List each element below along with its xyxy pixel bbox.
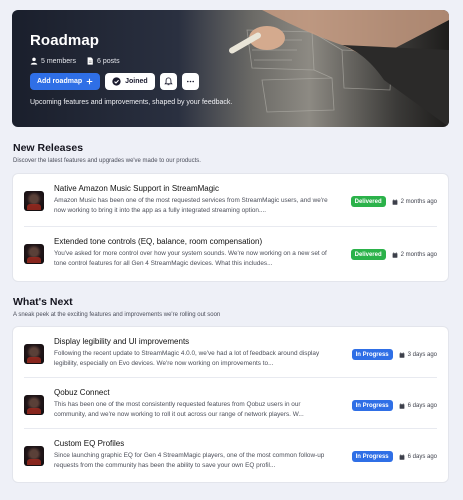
item-meta: In Progress 6 days ago (351, 400, 437, 411)
item-meta: In Progress 3 days ago (351, 349, 437, 360)
status-badge: In Progress (351, 400, 393, 411)
add-roadmap-label: Add roadmap (37, 78, 83, 85)
list-item[interactable]: Native Amazon Music Support in StreamMag… (24, 174, 437, 227)
add-roadmap-button[interactable]: Add roadmap (30, 73, 101, 90)
new-releases-header: New Releases Discover the latest feature… (13, 142, 201, 164)
item-time: 3 days ago (399, 352, 437, 358)
hero-meta: 5 members 6 posts (30, 57, 232, 65)
status-badge: In Progress (351, 349, 393, 360)
bell-plus-icon (163, 77, 173, 86)
item-time: 2 months ago (392, 199, 437, 205)
hero-description: Upcoming features and improvements, shap… (30, 99, 233, 106)
item-body: Display legibility and UI improvements F… (54, 337, 334, 369)
item-time: 6 days ago (399, 403, 437, 409)
item-description: You've asked for more control over how y… (54, 250, 327, 267)
page-title: Roadmap (30, 32, 100, 49)
section-subtitle: Discover the latest features and upgrade… (13, 158, 201, 164)
item-title[interactable]: Native Amazon Music Support in StreamMag… (54, 184, 334, 193)
calendar-icon (399, 453, 405, 460)
item-body: Native Amazon Music Support in StreamMag… (54, 184, 334, 216)
calendar-icon (392, 198, 398, 205)
posts-count: 6 posts (86, 57, 120, 65)
members-count: 5 members (30, 57, 76, 65)
notifications-button[interactable] (159, 73, 177, 90)
list-item[interactable]: Custom EQ Profiles Since launching graph… (24, 429, 437, 480)
list-item[interactable]: Extended tone controls (EQ, balance, roo… (24, 227, 437, 280)
calendar-icon (392, 251, 398, 258)
hero-actions: Add roadmap Joined (30, 73, 232, 90)
whats-next-header: What's Next A sneak peek at the exciting… (13, 296, 220, 318)
status-badge: Delivered (350, 196, 386, 207)
avatar (24, 244, 44, 264)
document-icon (87, 57, 93, 65)
more-options-button[interactable] (181, 73, 199, 90)
hero-content: Roadmap 5 members 6 posts Add roadmap Jo… (30, 32, 232, 106)
item-title[interactable]: Extended tone controls (EQ, balance, roo… (54, 237, 334, 246)
avatar (24, 446, 44, 466)
item-body: Qobuz Connect This has been one of the m… (54, 388, 334, 420)
item-body: Custom EQ Profiles Since launching graph… (54, 439, 334, 471)
time-label: 6 days ago (407, 402, 437, 409)
item-title[interactable]: Custom EQ Profiles (54, 439, 334, 448)
item-meta: Delivered 2 months ago (350, 249, 437, 260)
posts-label: 6 posts (97, 57, 120, 65)
status-badge: In Progress (351, 451, 393, 462)
item-meta: In Progress 6 days ago (351, 451, 437, 462)
time-label: 6 days ago (407, 453, 437, 460)
whats-next-list: Display legibility and UI improvements F… (13, 327, 448, 482)
check-circle-icon (112, 77, 121, 86)
page: Roadmap 5 members 6 posts Add roadmap Jo… (0, 0, 463, 500)
section-title: New Releases (13, 142, 84, 154)
more-horizontal-icon (186, 80, 194, 83)
hero-banner: Roadmap 5 members 6 posts Add roadmap Jo… (12, 10, 449, 127)
section-title: What's Next (13, 296, 73, 308)
calendar-icon (399, 351, 405, 358)
item-title[interactable]: Display legibility and UI improvements (54, 337, 334, 346)
avatar (24, 395, 44, 415)
members-label: 5 members (41, 57, 77, 65)
item-body: Extended tone controls (EQ, balance, roo… (54, 237, 334, 269)
item-description: Since launching graphic EQ for Gen 4 Str… (54, 452, 325, 469)
new-releases-list: Native Amazon Music Support in StreamMag… (13, 174, 448, 281)
joined-label: Joined (125, 78, 148, 85)
time-label: 2 months ago (400, 198, 437, 205)
item-meta: Delivered 2 months ago (350, 196, 437, 207)
joined-button[interactable]: Joined (105, 73, 155, 90)
users-icon (30, 57, 38, 65)
avatar (24, 191, 44, 211)
list-item[interactable]: Display legibility and UI improvements F… (24, 327, 437, 378)
status-badge: Delivered (350, 249, 386, 260)
item-time: 2 months ago (392, 252, 437, 258)
section-subtitle: A sneak peek at the exciting features an… (13, 312, 221, 318)
item-description: Amazon Music has been one of the most re… (54, 197, 328, 214)
avatar (24, 344, 44, 364)
item-title[interactable]: Qobuz Connect (54, 388, 334, 397)
calendar-icon (399, 402, 405, 409)
item-time: 6 days ago (399, 454, 437, 460)
plus-icon (86, 78, 93, 85)
item-description: This has been one of the most consistent… (54, 401, 304, 418)
list-item[interactable]: Qobuz Connect This has been one of the m… (24, 378, 437, 429)
time-label: 2 months ago (400, 251, 437, 258)
item-description: Following the recent update to StreamMag… (54, 350, 320, 367)
time-label: 3 days ago (407, 351, 437, 358)
